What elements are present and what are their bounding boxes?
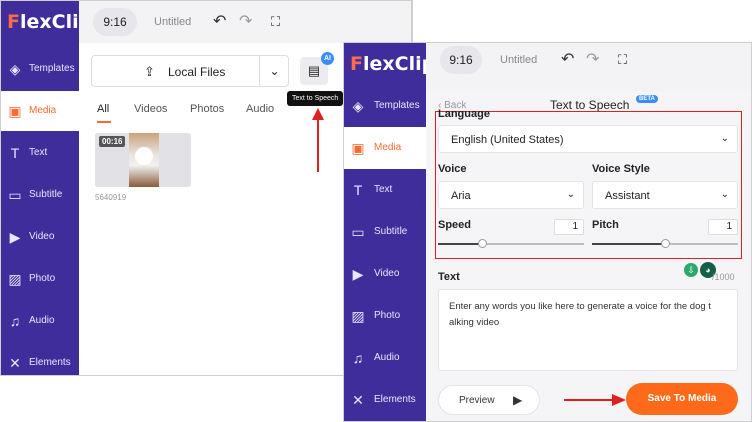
sidebar-item-templates[interactable]: ◈ Templates <box>1 49 79 89</box>
thumbnail-name: 5640919 <box>95 193 127 202</box>
sidebar-item-audio[interactable]: ♫ Audio <box>344 337 426 379</box>
sidebar-item-photo[interactable]: ▨ Photo <box>1 259 79 299</box>
chevron-down-icon: ⌄ <box>720 133 729 144</box>
media-thumbnail[interactable]: 00:16 <box>95 133 191 187</box>
project-title[interactable]: Untitled <box>500 54 537 66</box>
sidebar-item-elements[interactable]: ✕ Elements <box>344 379 426 421</box>
preview-button[interactable]: Preview ▶ <box>438 385 540 415</box>
tab-underline <box>97 121 111 123</box>
redo-icon[interactable]: ↷ <box>239 14 252 30</box>
layers-icon: ◈ <box>9 61 21 77</box>
tab-videos[interactable]: Videos <box>134 103 167 115</box>
language-select[interactable]: English (United States) ⌄ <box>438 125 738 153</box>
voice-select[interactable]: Aria ⌄ <box>438 181 584 209</box>
text-icon: T <box>10 145 20 161</box>
chevron-down-icon[interactable]: ⌄ <box>259 55 289 87</box>
sidebar-item-video[interactable]: ▶ Video <box>344 253 426 295</box>
text-icon: T <box>353 182 363 198</box>
voice-style-select[interactable]: Assistant ⌄ <box>592 181 738 209</box>
panel-divider <box>412 0 413 42</box>
right-topbar: 9:16 Untitled ↶ ↷ ⛶ <box>426 43 751 91</box>
aspect-ratio-button[interactable]: 9:16 <box>93 8 137 36</box>
sidebar-item-media[interactable]: ▣ Media <box>1 91 79 131</box>
undo-icon[interactable]: ↶ <box>561 52 574 68</box>
media-icon: ▣ <box>351 140 365 156</box>
chevron-down-icon: ⌄ <box>720 189 729 200</box>
redo-icon[interactable]: ↷ <box>586 52 599 68</box>
sidebar-item-media[interactable]: ▣ Media <box>344 127 426 169</box>
sidebar-item-photo[interactable]: ▨ Photo <box>344 295 426 337</box>
fullscreen-icon[interactable]: ⛶ <box>271 14 280 30</box>
sidebar-item-templates[interactable]: ◈ Templates <box>344 85 426 127</box>
photo-icon: ▨ <box>351 308 365 324</box>
save-to-media-button[interactable]: Save To Media <box>626 383 738 415</box>
sidebar-item-subtitle[interactable]: ▭ Subtitle <box>1 175 79 215</box>
voice-label: Voice <box>438 163 467 175</box>
subtitle-icon: ▭ <box>8 187 22 203</box>
subtitle-icon: ▭ <box>351 224 365 240</box>
panel-title: Text to Speech <box>550 98 630 112</box>
chevron-down-icon: ⌄ <box>566 189 575 200</box>
speech-bubble-icon: ▤ <box>307 63 321 78</box>
text-label: Text <box>438 271 460 283</box>
pitch-input[interactable]: 1 <box>708 219 738 235</box>
text-to-speech-panel: ‹ Back Text to Speech BETA Language Engl… <box>426 91 751 421</box>
screenshot-frame: FlexClip ◈ Templates ▣ Media T Text ▭ Subtit… <box>0 0 752 422</box>
download-icon[interactable]: ⇩ <box>684 263 698 277</box>
beta-badge: BETA <box>636 95 658 103</box>
audio-icon: ♫ <box>352 350 364 366</box>
play-icon: ▶ <box>513 393 523 407</box>
pitch-slider-knob[interactable] <box>661 239 670 248</box>
pitch-label: Pitch <box>592 219 619 231</box>
aspect-ratio-button[interactable]: 9:16 <box>440 46 482 74</box>
speed-input[interactable]: 1 <box>554 219 584 235</box>
sidebar-item-audio[interactable]: ♫ Audio <box>1 301 79 341</box>
editor-right: FlexClip ◈ Templates ▣ Media T Text ▭ Subtit… <box>343 42 752 422</box>
sidebar-item-text[interactable]: T Text <box>1 133 79 173</box>
speed-label: Speed <box>438 219 472 231</box>
sidebar-item-video[interactable]: ▶ Video <box>1 217 79 257</box>
fullscreen-icon[interactable]: ⛶ <box>618 52 627 68</box>
tab-photos[interactable]: Photos <box>190 103 224 115</box>
left-topbar: 9:16 Untitled ↶ ↷ ⛶ <box>79 1 411 43</box>
tab-audio[interactable]: Audio <box>246 103 274 115</box>
tooltip-text-to-speech: Text to Speech <box>287 91 344 106</box>
undo-icon[interactable]: ↶ <box>213 14 226 30</box>
elements-icon: ✕ <box>352 392 364 408</box>
ai-badge: AI <box>321 52 334 65</box>
character-counter: /1000 <box>712 272 735 282</box>
media-icon: ▣ <box>8 103 22 119</box>
right-sidebar: FlexClip ◈ Templates ▣ Media T Text ▭ Subtit… <box>344 43 435 421</box>
pitch-slider[interactable] <box>592 239 738 248</box>
video-icon: ▶ <box>352 266 364 282</box>
video-icon: ▶ <box>9 229 21 245</box>
sidebar-item-elements[interactable]: ✕ Elements <box>1 343 79 375</box>
layers-icon: ◈ <box>352 98 364 114</box>
photo-icon: ▨ <box>8 271 22 287</box>
language-label: Language <box>438 108 490 120</box>
duration-badge: 00:16 <box>99 136 126 147</box>
speed-slider[interactable] <box>438 239 584 248</box>
tab-all[interactable]: All <box>97 103 109 115</box>
text-input[interactable]: Enter any words you like here to generat… <box>438 289 738 371</box>
audio-icon: ♫ <box>9 313 21 329</box>
pitch-slider-fill <box>592 243 665 245</box>
speed-slider-fill <box>438 243 482 245</box>
sidebar-item-subtitle[interactable]: ▭ Subtitle <box>344 211 426 253</box>
speed-slider-knob[interactable] <box>477 239 487 248</box>
elements-icon: ✕ <box>9 355 21 371</box>
sidebar-item-text[interactable]: T Text <box>344 169 426 211</box>
upload-icon: ⇪ <box>144 64 155 79</box>
flexclip-logo: FlexClip <box>350 53 436 75</box>
left-sidebar: FlexClip ◈ Templates ▣ Media T Text ▭ Subtit… <box>1 1 92 375</box>
dog-figure <box>135 147 153 165</box>
project-title[interactable]: Untitled <box>154 16 191 28</box>
voice-style-label: Voice Style <box>592 163 650 175</box>
